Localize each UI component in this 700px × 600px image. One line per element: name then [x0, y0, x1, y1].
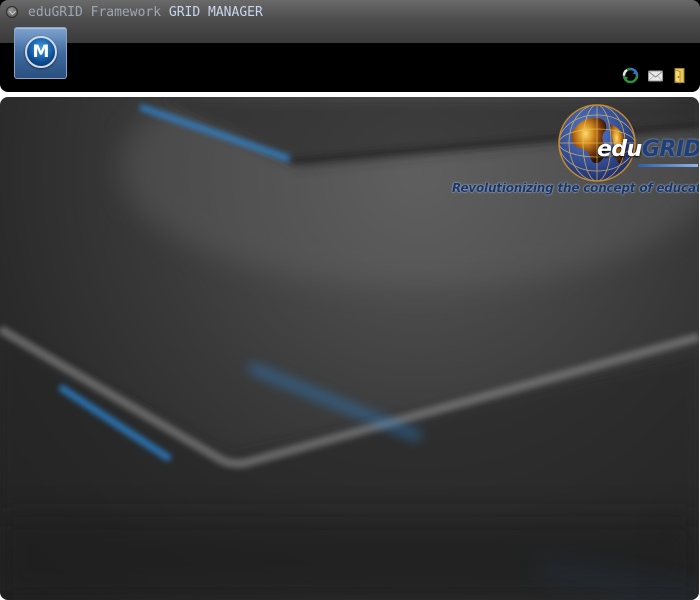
desktop-area: eduGRID Revolutionizing the concept of e… [0, 97, 699, 600]
title-bar: eduGRID Framework GRID MANAGER [0, 0, 700, 43]
collapse-icon[interactable] [6, 6, 18, 18]
window-title: eduGRID Framework GRID MANAGER [28, 4, 263, 21]
brand-edu: edu [597, 137, 642, 162]
tagline: Revolutionizing the concept of education [452, 181, 699, 195]
brand-underline [638, 164, 698, 167]
brand-name: eduGRID [597, 137, 699, 162]
main-menu-button[interactable]: M [14, 27, 67, 79]
network-sync-icon[interactable] [622, 67, 639, 84]
edugrid-logo: eduGRID Revolutionizing the concept of e… [440, 97, 699, 201]
mail-icon[interactable] [647, 67, 664, 84]
brand-grid: GRID [641, 137, 699, 162]
app-name: eduGRID Framework [28, 5, 162, 20]
menu-orb-icon: M [25, 36, 57, 68]
app-window: eduGRID Framework GRID MANAGER M eduGRID… [0, 0, 700, 600]
section-name: GRID MANAGER [168, 5, 263, 20]
top-bar: eduGRID Framework GRID MANAGER M [0, 0, 700, 92]
menu-letter: M [32, 42, 50, 62]
folder-icon[interactable] [671, 67, 688, 84]
